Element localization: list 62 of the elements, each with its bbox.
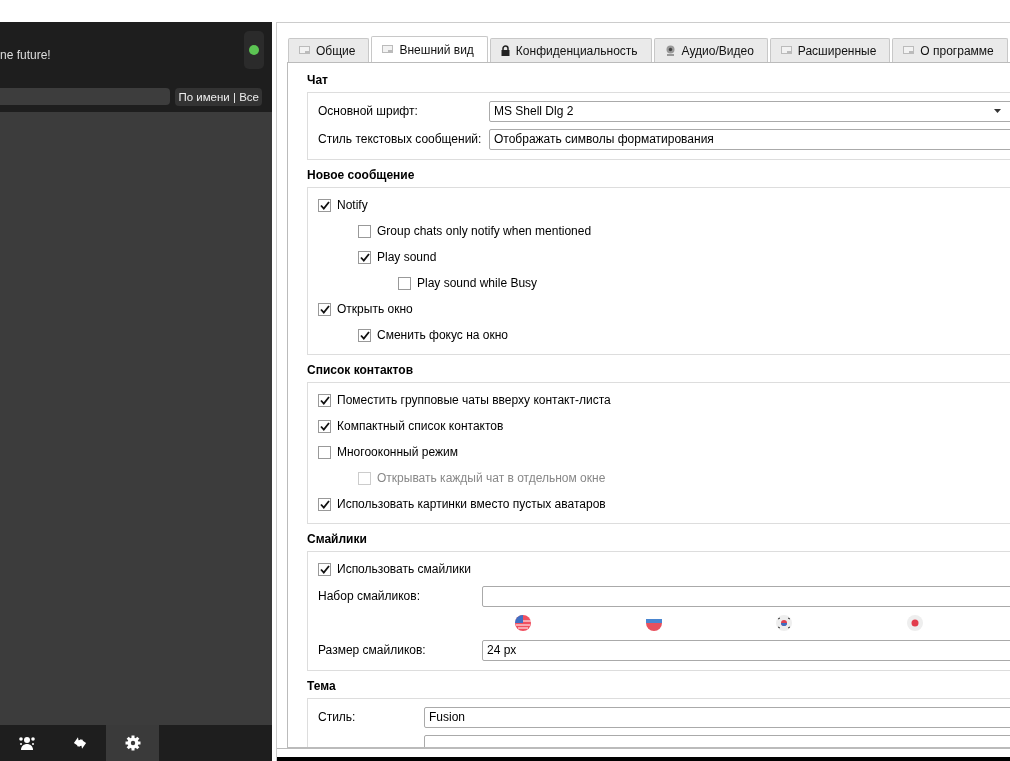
people-icon (17, 735, 36, 751)
checkbox[interactable] (318, 393, 331, 407)
checkbox-label: Поместить групповые чаты вверху контакт-листа (337, 392, 611, 409)
input-field[interactable] (482, 585, 1010, 607)
checkbox[interactable] (358, 224, 371, 238)
section-title: Тема (307, 679, 337, 694)
field-label: Размер смайликов: (318, 642, 427, 659)
checkbox-label: Play sound (377, 249, 437, 266)
settings-tab[interactable]: Конфиденциальность (489, 38, 652, 62)
search-field[interactable] (0, 88, 171, 105)
dropdown-arrow-icon (994, 109, 1001, 113)
checkbox-label: Notify (337, 197, 368, 214)
checkbox[interactable] (398, 276, 411, 290)
section-title: Чат (307, 73, 329, 88)
flag-icon[interactable] (906, 615, 923, 631)
arrows-icon (71, 735, 88, 751)
checkbox-label: Открывать каждый чат в отдельном окне (377, 470, 606, 487)
flag-icon[interactable] (776, 615, 793, 631)
sort-button[interactable]: По имени | Все (175, 88, 262, 106)
field-label: Набор смайликов: (318, 588, 421, 605)
checkbox-label: Использовать картинки вместо пустых аватаров (337, 496, 606, 513)
checkbox-label: Group chats only notify when mentioned (377, 223, 592, 240)
checkbox-label: Play sound while Busy (417, 275, 538, 292)
status-message: ne future! (0, 47, 51, 64)
checkbox[interactable] (318, 419, 331, 433)
settings-tab[interactable]: Аудио/Видео (653, 38, 768, 62)
input-field[interactable]: Отображать символы форматирования (489, 128, 1010, 150)
checkbox[interactable] (318, 562, 331, 576)
window-icon (903, 46, 915, 55)
section-title: Новое сообщение (307, 168, 416, 183)
checkbox[interactable] (318, 497, 331, 511)
checkbox[interactable] (318, 445, 331, 459)
dropdown-field[interactable]: MS Shell Dlg 2 (489, 100, 1010, 122)
section-title: Список контактов (307, 363, 415, 378)
window-icon (299, 46, 310, 55)
lock-icon (500, 45, 510, 56)
settings-tab[interactable]: Расширенные (769, 38, 891, 62)
settings-button[interactable] (106, 725, 159, 761)
checkbox[interactable] (358, 250, 371, 264)
checkbox[interactable] (358, 328, 371, 342)
checkbox-label: Компактный список контактов (337, 418, 504, 435)
field-label: Основной шрифт: (318, 103, 419, 120)
webcam-icon (664, 45, 676, 56)
section-title: Смайлики (307, 532, 368, 547)
input-field[interactable]: 24 px (482, 639, 1010, 661)
settings-tab[interactable]: О программе (892, 38, 1008, 62)
settings-icon (124, 735, 141, 751)
settings-tab[interactable]: Общие (288, 38, 370, 62)
field-label: Стиль: (318, 709, 357, 726)
checkbox[interactable] (318, 198, 331, 212)
status-indicator (244, 31, 264, 69)
window-icon (382, 45, 394, 54)
window-icon (780, 46, 792, 55)
settings-tab[interactable]: Внешний вид (371, 36, 488, 62)
field-label: Стиль текстовых сообщений: (318, 131, 483, 148)
checkbox-label: Использовать смайлики (337, 561, 471, 578)
flag-icon[interactable] (515, 615, 532, 631)
checkbox-label: Сменить фокус на окно (377, 327, 508, 344)
input-field[interactable]: Fusion (424, 706, 1010, 728)
checkbox[interactable] (318, 302, 331, 316)
checkbox-label: Многооконный режим (337, 444, 458, 461)
checkbox-label: Открыть окно (337, 301, 413, 318)
